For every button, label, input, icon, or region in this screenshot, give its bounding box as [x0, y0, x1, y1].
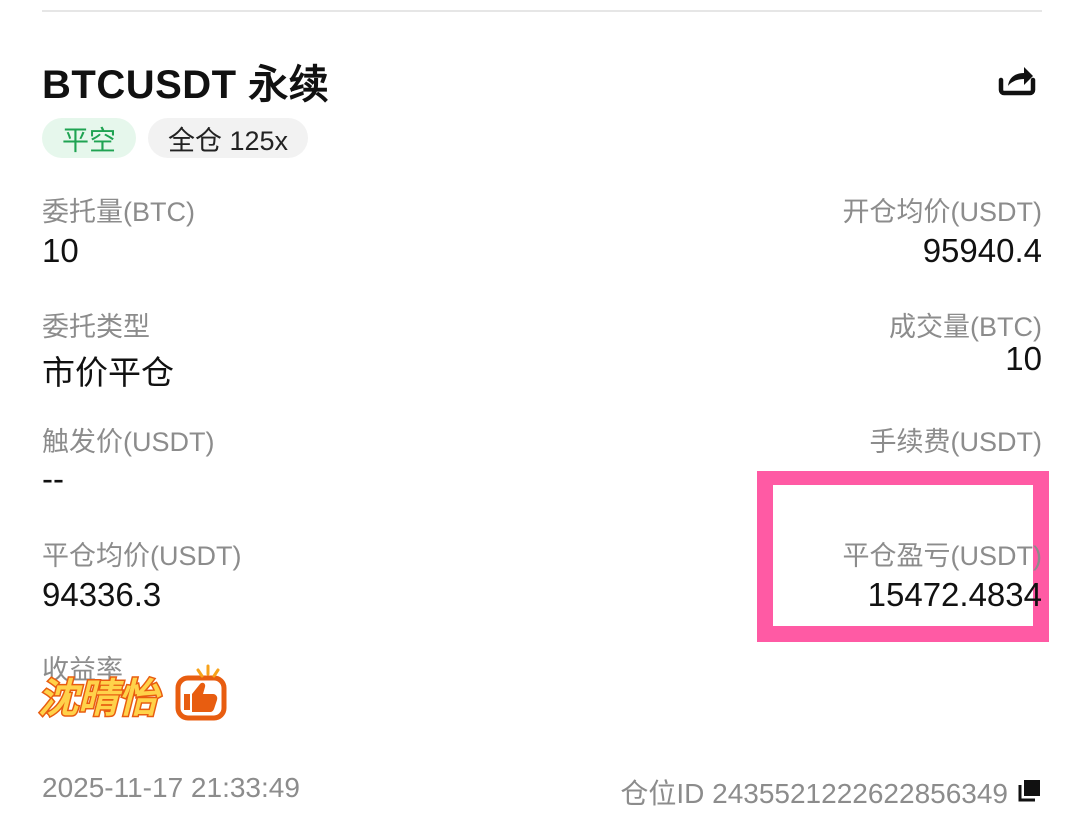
margin-leverage-tag: 全仓 125x [148, 118, 309, 158]
order-type-label: 委托类型 [42, 312, 150, 342]
side-tag: 平空 [42, 118, 136, 158]
order-type-value: 市价平仓 [42, 354, 174, 391]
watermark-sticker: 沈晴怡 [37, 664, 227, 724]
open-avg-price-value: 95940.4 [922, 232, 1042, 269]
close-pnl-label: 平仓盈亏(USDT) [842, 541, 1042, 571]
copy-icon[interactable] [1016, 778, 1042, 804]
open-avg-price-label: 开仓均价(USDT) [842, 197, 1042, 227]
filled-qty-value: 10 [1005, 340, 1042, 377]
position-id: 仓位ID 2435521222622856349 [620, 778, 1008, 809]
trigger-price-value: -- [42, 460, 64, 497]
filled-qty-label: 成交量(BTC) [889, 312, 1042, 342]
order-qty-label: 委托量(BTC) [42, 197, 195, 227]
close-avg-price-value: 94336.3 [42, 576, 162, 613]
thumbs-up-icon [175, 664, 227, 721]
share-icon[interactable] [996, 58, 1038, 100]
top-divider [42, 10, 1042, 12]
order-timestamp: 2025-11-17 21:33:49 [42, 772, 300, 803]
fee-label: 手续费(USDT) [869, 427, 1042, 457]
close-avg-price-label: 平仓均价(USDT) [42, 541, 242, 571]
tag-group: 平空 全仓 125x [42, 118, 309, 158]
trigger-price-label: 触发价(USDT) [42, 427, 215, 457]
watermark-text: 沈晴怡 [38, 676, 162, 722]
order-qty-value: 10 [42, 232, 79, 269]
close-pnl-value: 15472.4834 [867, 576, 1042, 613]
contract-title: BTCUSDT 永续 [42, 63, 330, 107]
